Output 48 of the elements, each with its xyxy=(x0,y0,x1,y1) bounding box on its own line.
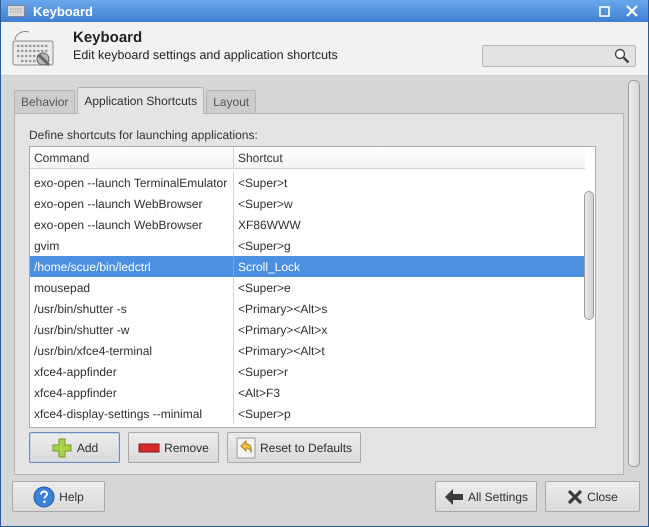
column-header[interactable]: Command xyxy=(30,147,234,168)
table-cell: xfce4-display-settings --minimal xyxy=(30,403,234,424)
table-cell-text: Scroll_Lock xyxy=(237,258,300,276)
table-cell-text: <Super>e xyxy=(237,280,291,296)
tab[interactable]: Layout xyxy=(206,90,256,113)
header-title: Keyboard xyxy=(73,29,144,46)
table-row[interactable]: xfce4-appfinder <Super>r xyxy=(30,361,585,382)
table-row[interactable]: xfce4-appfinder <Alt>F3 xyxy=(30,382,585,403)
table-cell: /usr/bin/shutter -w xyxy=(30,319,234,340)
table-cell: exo-open --launch TerminalEmulator xyxy=(30,172,234,193)
table-cell: exo-open --launch WebBrowser xyxy=(30,193,234,214)
table-cell-text: <Primary><Alt>s xyxy=(237,300,328,318)
reset-button[interactable]: Reset to Defaults xyxy=(227,432,362,463)
tab[interactable]: Behavior xyxy=(14,90,76,113)
table-cell: /usr/bin/shutter -s xyxy=(30,298,234,319)
table-cell-text: <Super>p xyxy=(237,406,291,422)
table-cell-text: <Primary><Alt>t xyxy=(237,342,325,360)
header-subtitle: Edit keyboard settings and application shortcuts xyxy=(73,48,339,62)
table-row[interactable]: exo-open --launch WebBrowser <Super>w xyxy=(30,193,585,214)
help-button[interactable]: Help xyxy=(12,481,105,512)
table-cell-text: <Super>t xyxy=(237,174,288,192)
table-row[interactable]: mousepad <Super>e xyxy=(30,277,585,298)
table-cell: xfce4-appfinder xyxy=(30,382,234,403)
table-cell-text: <Alt>F3 xyxy=(237,384,280,402)
table-cell-text: <Super>w xyxy=(237,196,293,212)
add-button[interactable]: Add xyxy=(29,432,120,463)
description-text: Define shortcuts for launching applications: xyxy=(29,128,259,144)
remove-button[interactable]: Remove xyxy=(128,432,219,463)
table-row[interactable]: exo-open --launch TerminalEmulator <Super>t xyxy=(30,172,585,193)
table-cell: /usr/bin/xfce4-terminal xyxy=(30,340,234,361)
table-cell: exo-open --launch WebBrowser xyxy=(30,214,234,235)
table-cell: /home/scue/bin/ledctrl xyxy=(30,256,234,277)
table-cell-text: <Primary><Alt>x xyxy=(237,322,328,338)
table-cell-text: <Super>r xyxy=(237,364,288,380)
all-settings-button[interactable]: All Settings xyxy=(434,481,537,512)
table-cell-text: XF86WWW xyxy=(237,216,301,234)
table-row[interactable]: /usr/bin/xfce4-terminal <Primary><Alt>t xyxy=(30,340,585,361)
table-cell: xfce4-appfinder xyxy=(30,361,234,382)
table-cell: mousepad xyxy=(30,277,234,298)
table-row[interactable]: xfce4-display-settings --minimal <Super>p xyxy=(30,403,585,424)
close-button[interactable]: Close xyxy=(545,481,640,512)
table-row[interactable]: exo-open --launch WebBrowser XF86WWW xyxy=(30,214,585,235)
table-row[interactable]: /usr/bin/shutter -w <Primary><Alt>x xyxy=(30,319,585,340)
column-header[interactable]: Shortcut xyxy=(234,147,283,168)
table-cell-text: <Super>g xyxy=(237,238,291,254)
table-row[interactable]: /usr/bin/shutter -s <Primary><Alt>s xyxy=(30,298,585,319)
window-title: Keyboard xyxy=(33,4,94,19)
tab[interactable]: Application Shortcuts xyxy=(77,87,204,114)
